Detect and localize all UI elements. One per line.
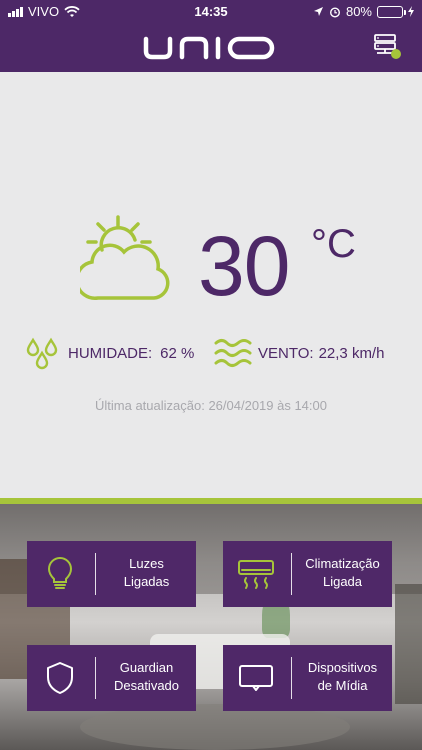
partly-cloudy-icon [80,215,170,300]
battery-percent: 80% [345,4,372,19]
humidity-value: 62 % [160,344,195,362]
temperature-unit: °C [311,222,356,266]
tile-separator [95,657,96,699]
location-icon [313,7,323,16]
battery-icon [377,5,406,18]
wind-waves-icon [214,339,252,367]
tile-guardian-label: Guardian Desativado [113,660,180,693]
tile-separator [291,553,292,595]
app-header [0,22,422,72]
shield-icon [47,662,73,694]
server-icon [374,34,401,59]
tv-icon [239,665,273,691]
tile-media[interactable]: Dispositivos de Mídia [223,645,392,711]
lightbulb-icon [47,557,73,589]
weather-panel: 30 °C HUMIDADE: 62 % VENTO: 22,3 km/h Úl… [0,72,422,498]
humidity-metric: HUMIDADE: 62 % [24,334,194,372]
status-bar: VIVO 14:35 80% [0,0,422,22]
server-button[interactable] [372,32,402,62]
wind-metric: VENTO: 22,3 km/h [214,334,384,372]
alarm-icon [329,6,340,18]
humidity-label: HUMIDADE: [68,344,153,362]
tile-separator [291,657,292,699]
tile-lights-label: Luzes Ligadas [123,556,170,589]
tile-media-label: Dispositivos de Mídia [307,660,378,693]
tile-climate[interactable]: Climatização Ligada [223,541,392,607]
water-drops-icon [26,337,58,370]
tile-climate-label: Climatização Ligada [305,556,380,589]
wind-label: VENTO: [258,344,314,362]
tile-lights[interactable]: Luzes Ligadas [27,541,196,607]
wind-value: 22,3 km/h [318,344,385,362]
air-conditioner-icon [238,560,274,589]
room-cabinet [395,584,422,704]
tile-separator [95,553,96,595]
charging-icon [408,6,414,17]
tile-guardian[interactable]: Guardian Desativado [27,645,196,711]
unio-logo [143,36,275,60]
last-updated-text: Última atualização: 26/04/2019 às 14:00 [95,398,327,413]
temperature-value: 30 [198,219,290,313]
